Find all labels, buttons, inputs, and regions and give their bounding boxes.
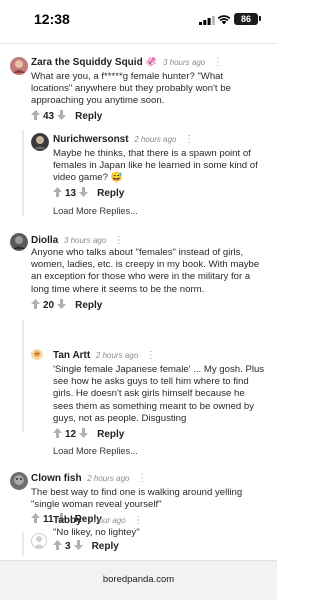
comment-line: guys, not as people. Disgusting	[53, 412, 187, 424]
comment-body: What are you, a f*****g female hunter? "…	[31, 71, 231, 108]
reply-header-real: Tabby 1 hour ago ⋮	[53, 515, 143, 526]
avatar[interactable]	[31, 133, 49, 151]
avatar[interactable]	[10, 472, 28, 490]
comment-time: 2 hours ago	[87, 474, 130, 483]
comment-header: Diolla 3 hours ago ⋮	[31, 235, 124, 246]
vote-bar: 43 Reply	[31, 110, 102, 124]
vote-count: 43	[43, 111, 55, 122]
reply-button[interactable]: Reply	[75, 300, 102, 311]
comment-line: sees them as something meant to be owned…	[53, 400, 255, 412]
more-options-icon[interactable]: ⋮	[133, 515, 143, 526]
downvote-arrow-icon[interactable]	[57, 299, 67, 309]
comment-time: 3 hours ago	[63, 236, 107, 245]
comment-body: Maybe he thinks, that there is a spawn p…	[53, 148, 258, 185]
comment-header: Nurichwersonst 2 hours ago ⋮	[53, 134, 194, 145]
comment-time: 1 hour ago	[87, 516, 126, 525]
downvote-arrow-icon[interactable]	[79, 428, 89, 438]
more-options-icon[interactable]: ⋮	[184, 134, 194, 145]
battery-indicator: 86	[234, 13, 258, 25]
vote-count: 11	[43, 514, 54, 525]
reply-button[interactable]: Reply	[97, 188, 124, 199]
load-more-replies[interactable]: Load More Replies...	[53, 206, 138, 216]
reply-button[interactable]: Reply	[92, 541, 119, 552]
comment-line: video game? 😅	[53, 172, 123, 184]
upvote-arrow-icon[interactable]	[53, 428, 62, 438]
comment-header: Tan Artt 2 hours ago ⋮	[53, 350, 156, 361]
vote-count: 13	[65, 188, 77, 199]
cellular-signal-icon	[199, 16, 215, 25]
squid-emoji: 🦑	[145, 57, 158, 68]
comment-body: Anyone who talks about "females" instead…	[31, 247, 259, 296]
vote-bar: 12 Reply	[53, 428, 124, 442]
browser-url-bar[interactable]: boredpanda.com	[0, 560, 277, 600]
comment-body: "No likey, no lightey"	[53, 527, 140, 539]
more-options-icon[interactable]: ⋮	[213, 57, 223, 68]
comment-line: long time where it seems to be the norm.	[31, 283, 205, 295]
more-options-icon[interactable]: ⋮	[146, 350, 156, 361]
comment-line: Anyone who talks about "females" instead…	[31, 247, 244, 258]
reply-button[interactable]: Reply	[75, 111, 102, 122]
comment-line: locations" anywhere but they probably wo…	[31, 83, 231, 95]
comment-line: "No likey, no lightey"	[53, 527, 140, 538]
comment-author[interactable]: Zara the Squiddy Squid	[31, 57, 143, 68]
downvote-arrow-icon[interactable]	[73, 540, 83, 550]
wifi-icon	[217, 15, 231, 25]
comment-body: The best way to find one is walking arou…	[31, 487, 242, 511]
comment-time: 2 hours ago	[134, 135, 177, 144]
thread-line	[22, 130, 24, 216]
thread-line	[22, 532, 24, 556]
comment-time: 2 hours ago	[95, 351, 139, 360]
thread-line	[22, 320, 24, 432]
battery-tip	[259, 16, 261, 21]
vote-count: 3	[65, 541, 71, 552]
top-divider	[0, 36, 277, 44]
comment-header: Zara the Squiddy Squid 🦑 3 hours ago ⋮	[31, 57, 223, 68]
avatar[interactable]	[31, 348, 43, 360]
comment-line: 'Single female Japanese female' ... My g…	[53, 364, 265, 375]
comment-author[interactable]: Diolla	[31, 235, 58, 246]
comment-line: approaching you anytime soon.	[31, 95, 165, 107]
downvote-arrow-icon[interactable]	[79, 187, 89, 197]
vote-bar: 13 Reply	[53, 187, 124, 201]
vote-count: 20	[43, 300, 55, 311]
status-bar: 12:38 86	[0, 0, 277, 36]
vote-bar: 20 Reply	[31, 299, 102, 313]
comment-line: girls. He doesn't ask girls himself beca…	[53, 388, 245, 400]
comment-line: an exception for those who were in the m…	[31, 271, 251, 283]
load-more-replies[interactable]: Load More Replies...	[53, 446, 138, 456]
upvote-arrow-icon[interactable]	[53, 187, 62, 197]
comment-line: "single woman reveal yourself"	[31, 499, 162, 511]
comment-author[interactable]: Tan Artt	[53, 350, 90, 361]
upvote-arrow-icon[interactable]	[31, 513, 40, 523]
comment-author[interactable]: Tabby	[53, 515, 82, 526]
downvote-arrow-icon[interactable]	[57, 110, 67, 120]
comment-line: women, ladies, etc. is creepy in my book…	[31, 259, 260, 271]
comment-author[interactable]: Nurichwersonst	[53, 134, 129, 145]
comment-line: Maybe he thinks, that there is a spawn p…	[53, 148, 251, 159]
avatar[interactable]	[31, 533, 47, 549]
more-options-icon[interactable]: ⋮	[114, 235, 124, 246]
upvote-arrow-icon[interactable]	[31, 299, 40, 309]
comment-author[interactable]: Clown fish	[31, 473, 82, 484]
more-options-icon[interactable]: ⋮	[137, 473, 147, 484]
upvote-arrow-icon[interactable]	[53, 540, 62, 550]
comment-line: What are you, a f*****g female hunter? "…	[31, 71, 224, 82]
avatar[interactable]	[10, 57, 28, 75]
upvote-arrow-icon[interactable]	[31, 110, 40, 120]
avatar[interactable]	[10, 233, 28, 251]
vote-count: 12	[65, 429, 77, 440]
comment-line: The best way to find one is walking arou…	[31, 487, 243, 498]
vote-bar: 3 Reply	[53, 540, 119, 554]
comment-line: females in Japan like he learned in some…	[53, 160, 258, 172]
url-text[interactable]: boredpanda.com	[0, 574, 277, 585]
comment-header: Clown fish 2 hours ago ⋮	[31, 473, 147, 484]
reply-button[interactable]: Reply	[97, 429, 124, 440]
comment-time: 3 hours ago	[162, 58, 206, 67]
comment-line: see how he asks guys to tell him where t…	[53, 376, 249, 388]
status-time: 12:38	[34, 11, 70, 27]
comment-body: 'Single female Japanese female' ... My g…	[53, 364, 264, 425]
